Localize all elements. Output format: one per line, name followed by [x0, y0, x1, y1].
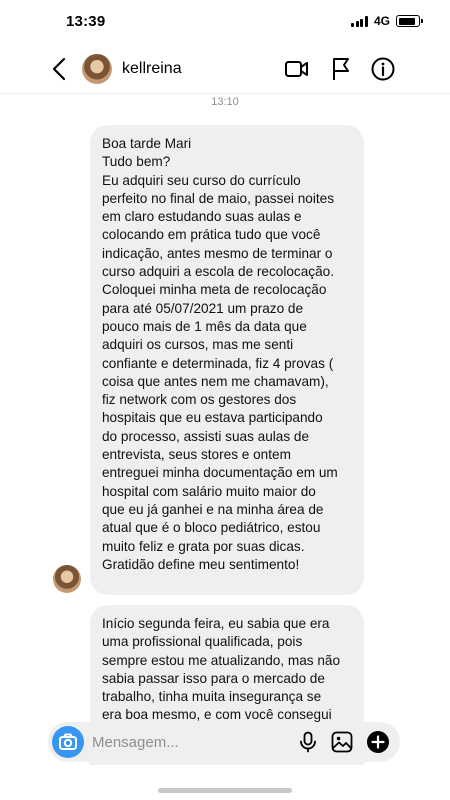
chat-header: kellreina: [0, 44, 450, 94]
message-line: Boa tarde Mari: [102, 136, 192, 151]
info-icon[interactable]: [370, 56, 396, 82]
message-line: Tudo bem?: [102, 154, 171, 170]
message-line: indicação, antes mesmo de terminar o: [102, 245, 333, 261]
microphone-icon[interactable]: [296, 730, 320, 754]
back-icon[interactable]: [48, 56, 72, 82]
message-line: pouco mais de 1 mês da data que: [102, 318, 307, 334]
message-line: Coloquei minha meta de recolocação: [102, 282, 327, 298]
message-line: adquiri os cursos, mas me senti: [102, 337, 294, 353]
message-line: trabalho, tinha muita insegurança se: [102, 689, 322, 705]
message-line: hospital com salário muito maior do: [102, 483, 316, 499]
message-line: Eu adquiri seu curso do currículo: [102, 172, 301, 188]
message-line: sabia passar isso para o mercado de: [102, 670, 325, 686]
message-line: Início segunda feira, eu sabia que era: [102, 616, 330, 631]
message-line: que eu já ganhei e na minha área de: [102, 501, 324, 517]
plus-circle-icon[interactable]: [366, 730, 390, 754]
message-line: muito feliz e grata por suas dicas.: [102, 538, 305, 554]
message-line: entrevista, seus stores e ontem: [102, 447, 291, 463]
avatar[interactable]: [82, 54, 112, 84]
image-icon[interactable]: [330, 730, 354, 754]
message-line: sempre estou me atualizando, mas não: [102, 652, 341, 668]
status-indicators: 4G: [351, 14, 423, 28]
status-bar: 13:39 4G: [0, 0, 450, 44]
home-indicator[interactable]: [158, 788, 292, 793]
message-timestamp: 13:10: [211, 96, 239, 108]
message-line: Gratidão define meu sentimento!: [102, 556, 300, 572]
battery-fill: [398, 17, 415, 25]
camera-button[interactable]: [52, 726, 84, 758]
message-line: em claro estudando suas aulas e: [102, 209, 302, 225]
message-line: curso adquiri a escola de recolocação.: [102, 264, 334, 280]
message-line: coisa que antes nem me chamavam),: [102, 373, 329, 389]
message-line: entreguei minha documentação em um: [102, 465, 338, 481]
message-bubble[interactable]: Boa tarde Mari Tudo bem? Eu adquiri seu …: [90, 125, 364, 595]
status-time: 13:39: [66, 13, 106, 30]
sender-avatar[interactable]: [53, 565, 81, 593]
signal-icon: [351, 15, 368, 27]
username[interactable]: kellreina: [122, 60, 182, 78]
flag-icon[interactable]: [328, 56, 354, 82]
message-composer: [48, 722, 400, 762]
message-line: perfeito no final de maio, passei noites: [102, 190, 334, 206]
message-input[interactable]: [92, 726, 282, 758]
message-line: uma profissional qualificada, pois: [102, 634, 303, 650]
message-line: para até 05/07/2021 um prazo de: [102, 300, 304, 316]
battery-icon: [396, 15, 423, 27]
message-line: confiante e determinada, fiz 4 provas (: [102, 355, 334, 371]
message-line: hospitais que eu estava participando: [102, 410, 323, 426]
message-line: fiz network com os gestores dos: [102, 392, 297, 408]
message-line: colocando em prática tudo que você: [102, 227, 321, 243]
message-line: do processo, assisti suas aulas de: [102, 428, 310, 444]
video-camera-icon[interactable]: [284, 56, 310, 82]
message-line: atual que é o bloco pediátrico, estou: [102, 520, 321, 536]
network-label: 4G: [373, 14, 390, 28]
camera-icon: [59, 733, 77, 750]
